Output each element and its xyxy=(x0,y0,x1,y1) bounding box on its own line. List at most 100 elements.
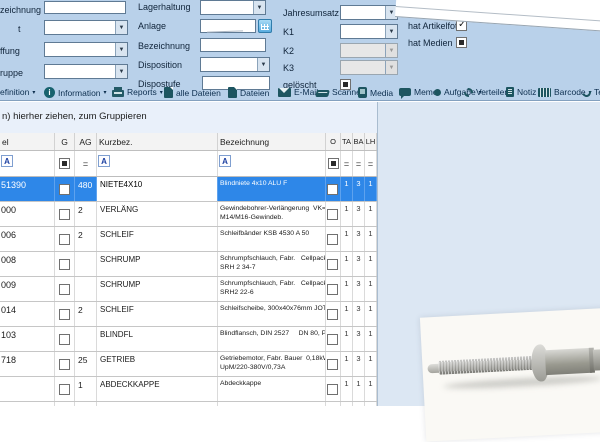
k1-dropdown[interactable]: ▼ xyxy=(340,24,398,39)
row-checkbox[interactable] xyxy=(59,234,70,245)
text-field[interactable] xyxy=(44,1,126,14)
equals-filter-icon[interactable]: = xyxy=(356,159,361,169)
toolbar-item-alle-dateien[interactable]: alle Dateien xyxy=(164,87,221,98)
jahresumsatz-dropdown[interactable]: ▼ xyxy=(340,5,398,20)
table-row[interactable]: 71825GETRIEBGetriebemotor, Fabr. Bauer 0… xyxy=(0,352,377,377)
col-header-lh[interactable]: LH xyxy=(365,133,377,150)
row-checkbox[interactable] xyxy=(59,259,70,270)
col-header-o[interactable]: O xyxy=(326,133,341,150)
row-checkbox[interactable] xyxy=(327,309,338,320)
chevron-down-icon[interactable]: ▼ xyxy=(115,65,127,78)
dropdown[interactable]: ▼ xyxy=(44,20,128,35)
filter-checkbox[interactable] xyxy=(59,158,70,169)
text-filter-icon[interactable]: A xyxy=(98,155,110,167)
filter-cell-g[interactable] xyxy=(55,151,75,176)
toolbar-item-media[interactable]: Media xyxy=(358,87,393,98)
text-filter-icon[interactable]: A xyxy=(1,155,13,167)
cell-artikel-id xyxy=(0,377,55,401)
col-header-ag[interactable]: AG xyxy=(75,133,97,150)
row-checkbox[interactable] xyxy=(59,309,70,320)
chevron-down-icon[interactable]: ▼ xyxy=(253,1,265,14)
chevron-down-icon[interactable]: ▾ xyxy=(32,89,35,96)
toolbar-item-reports[interactable]: Reports▾ xyxy=(112,87,163,97)
filter-cell-ag[interactable]: = xyxy=(75,151,97,176)
table-row[interactable]: 0142SCHLEIFSchleifscheibe, 300x40x76mm J… xyxy=(0,302,377,327)
row-checkbox[interactable] xyxy=(59,384,70,395)
filter-checkbox[interactable] xyxy=(328,158,339,169)
col-header-bezeichnung[interactable]: Bezeichnung xyxy=(218,133,326,150)
toolbar-item-efinition[interactable]: efinition▾ xyxy=(0,87,35,97)
row-checkbox[interactable] xyxy=(327,384,338,395)
bezeichnung-field[interactable] xyxy=(200,38,266,52)
col-header-g[interactable]: G xyxy=(55,133,75,150)
text-filter-icon[interactable]: A xyxy=(219,155,231,167)
chevron-down-icon[interactable]: ▼ xyxy=(115,43,127,56)
toolbar-item-notiz[interactable]: Notiz xyxy=(506,87,536,97)
calendar-icon[interactable] xyxy=(258,19,272,33)
equals-filter-icon[interactable]: = xyxy=(368,159,373,169)
chevron-down-icon[interactable]: ▼ xyxy=(385,25,397,38)
cell-artikel-id: 103 xyxy=(0,327,55,351)
table-row[interactable]: 1ABDECKKAPPEAbdeckkappe111 xyxy=(0,377,377,402)
cell-ba: 3 xyxy=(353,227,365,251)
hat-medien-checkbox[interactable] xyxy=(456,37,467,48)
equals-filter-icon[interactable]: = xyxy=(344,159,349,169)
filter-cell-ba[interactable]: = xyxy=(353,151,365,176)
anlage-date-field[interactable] xyxy=(200,19,256,33)
table-row[interactable]: 009SCHRUMPSchrumpfschlauch, Fabr. Cellpa… xyxy=(0,277,377,302)
toolbar-item-information[interactable]: Information▾ xyxy=(44,87,107,98)
toolbar-item-label: alle Dateien xyxy=(176,88,221,98)
toolbar-item-e-mail[interactable]: E-Mail xyxy=(278,87,318,97)
note-icon xyxy=(506,87,514,97)
row-checkbox[interactable] xyxy=(327,359,338,370)
col-header-kurzbez[interactable]: Kurzbez. xyxy=(97,133,218,150)
col-header-ba[interactable]: BA xyxy=(353,133,365,150)
chevron-down-icon[interactable]: ▼ xyxy=(257,58,269,71)
row-checkbox[interactable] xyxy=(59,184,70,195)
row-checkbox[interactable] xyxy=(59,359,70,370)
row-checkbox[interactable] xyxy=(327,259,338,270)
filter-cell-bezeichnung[interactable]: A xyxy=(218,151,326,176)
dropdown[interactable]: ▼ xyxy=(44,64,128,79)
table-row[interactable]: 103BLINDFLBlindflansch, DIN 2527 DN 80, … xyxy=(0,327,377,352)
chevron-down-icon[interactable]: ▾ xyxy=(160,89,163,96)
row-checkbox[interactable] xyxy=(59,209,70,220)
row-checkbox[interactable] xyxy=(327,234,338,245)
row-checkbox[interactable] xyxy=(59,284,70,295)
row-checkbox[interactable] xyxy=(327,334,338,345)
toolbar-item-te[interactable]: Te xyxy=(582,87,600,97)
filter-cell-o[interactable] xyxy=(326,151,341,176)
row-checkbox[interactable] xyxy=(59,334,70,345)
toolbar-item-verteiler[interactable]: Verteiler xyxy=(464,87,507,97)
distribution-icon xyxy=(464,88,473,97)
col-header-ta[interactable]: TA xyxy=(341,133,353,150)
chevron-down-icon[interactable]: ▼ xyxy=(115,21,127,34)
row-checkbox[interactable] xyxy=(327,209,338,220)
lagerhaltung-dropdown[interactable]: ▼ xyxy=(200,0,266,15)
table-row[interactable]: 008SCHRUMPSchrumpfschlauch, Fabr. Cellpa… xyxy=(0,252,377,277)
dropdown[interactable]: ▼ xyxy=(44,42,128,57)
toolbar-item-memo[interactable]: Memo xyxy=(399,87,438,97)
cell-ba: 3 xyxy=(353,252,365,276)
row-checkbox[interactable] xyxy=(327,184,338,195)
file-icon xyxy=(228,87,237,98)
cell-lh: 1 xyxy=(365,252,377,276)
filter-cell-id[interactable]: A xyxy=(0,151,55,176)
toolbar-item-dateien[interactable]: Dateien xyxy=(228,87,269,98)
filter-cell-kurzbez[interactable]: A xyxy=(97,151,218,176)
equals-filter-icon[interactable]: = xyxy=(83,159,88,169)
table-row[interactable]: 51390480NIETE4X10Blindniete 4x10 ALU F13… xyxy=(0,177,377,202)
table-row[interactable]: 0002VERLÄNGGewindebohrer-Verlängerung VK… xyxy=(0,202,377,227)
filter-cell-lh[interactable]: = xyxy=(365,151,377,176)
table-row[interactable]: 0062SCHLEIFSchleifbänder KSB 4530 A 5013… xyxy=(0,227,377,252)
chevron-down-icon[interactable]: ▾ xyxy=(104,89,107,96)
group-by-bar[interactable]: n) hierher ziehen, zum Gruppieren xyxy=(0,102,377,133)
cell-bezeichnung: Blindniete 4x10 ALU F xyxy=(218,177,326,201)
col-header-artikel[interactable]: el xyxy=(0,133,55,150)
toolbar-item-scanner[interactable]: Scanner xyxy=(316,87,364,97)
table-row[interactable]: K111 xyxy=(0,402,377,406)
disposition-dropdown[interactable]: ▼ xyxy=(200,57,270,72)
row-checkbox[interactable] xyxy=(327,284,338,295)
table-header[interactable]: el G AG Kurzbez. Bezeichnung O TA BA LH xyxy=(0,133,377,151)
filter-cell-ta[interactable]: = xyxy=(341,151,353,176)
